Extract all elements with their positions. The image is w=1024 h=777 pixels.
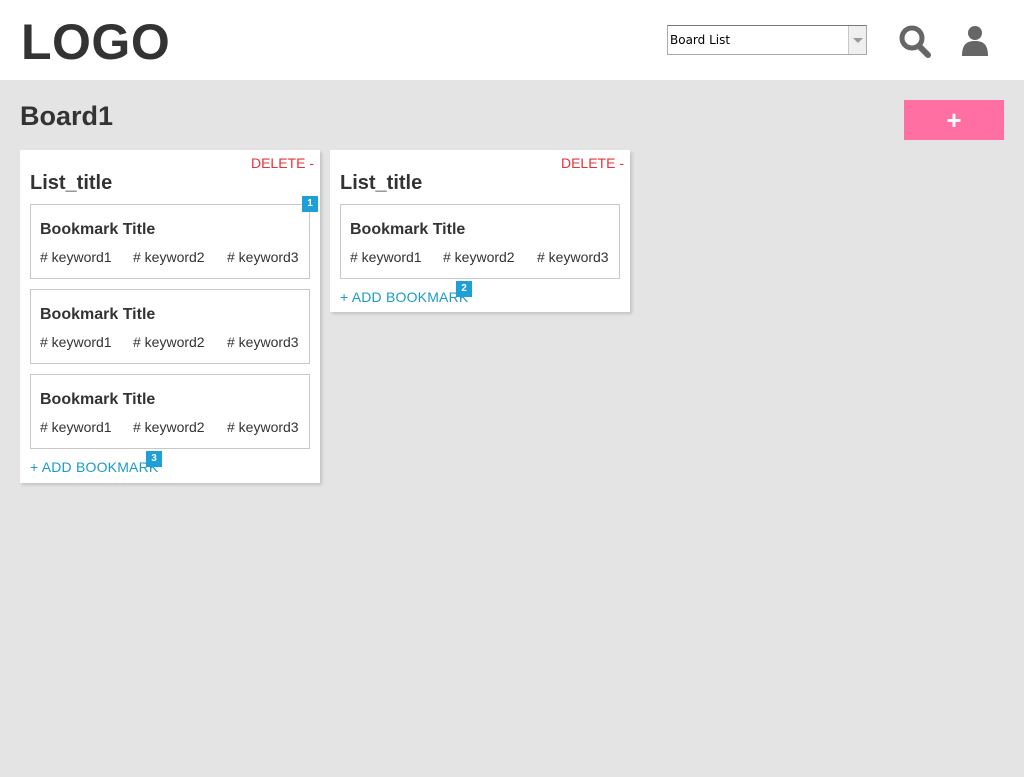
keyword-tag[interactable]: # keyword3: [537, 249, 609, 265]
list-title: List_title: [30, 172, 113, 194]
bookmark-title: Bookmark Title: [40, 306, 156, 323]
delete-list-button[interactable]: DELETE -: [251, 155, 314, 171]
board-title: Board1: [20, 101, 114, 131]
user-icon[interactable]: [957, 22, 993, 58]
bookmark-title: Bookmark Title: [40, 391, 156, 408]
bookmark-card[interactable]: Bookmark Title # keyword1 # keyword2 # k…: [30, 374, 310, 449]
header: LOGO Board List: [0, 0, 1024, 80]
keyword-tag[interactable]: # keyword2: [443, 249, 515, 265]
logo[interactable]: LOGO: [21, 14, 170, 70]
delete-list-button[interactable]: DELETE -: [561, 155, 624, 171]
search-icon[interactable]: [897, 22, 933, 58]
list-card: DELETE - List_title Bookmark Title # key…: [20, 150, 320, 483]
chevron-down-icon[interactable]: [848, 26, 866, 54]
bookmark-title: Bookmark Title: [350, 221, 466, 238]
board-list-select-value: Board List: [670, 33, 731, 47]
bookmark-card[interactable]: Bookmark Title # keyword1 # keyword2 # k…: [340, 204, 620, 279]
keyword-tag[interactable]: # keyword2: [133, 249, 205, 265]
list-title: List_title: [340, 172, 423, 194]
keyword-tag[interactable]: # keyword2: [133, 334, 205, 350]
keyword-tag[interactable]: # keyword1: [350, 249, 422, 265]
keyword-tag[interactable]: # keyword1: [40, 419, 112, 435]
board-list-select[interactable]: Board List: [667, 25, 867, 55]
list-card: DELETE - List_title Bookmark Title # key…: [330, 150, 630, 312]
keyword-tag[interactable]: # keyword1: [40, 249, 112, 265]
add-bookmark-link[interactable]: + ADD BOOKMARK: [340, 289, 468, 305]
keyword-tag[interactable]: # keyword3: [227, 419, 299, 435]
bookmark-title: Bookmark Title: [40, 221, 156, 238]
keyword-tag[interactable]: # keyword3: [227, 334, 299, 350]
bookmark-card[interactable]: Bookmark Title # keyword1 # keyword2 # k…: [30, 204, 310, 279]
bookmark-card[interactable]: Bookmark Title # keyword1 # keyword2 # k…: [30, 289, 310, 364]
add-list-button[interactable]: +: [904, 100, 1004, 140]
annotation-badge: 3: [146, 451, 162, 467]
keyword-tag[interactable]: # keyword2: [133, 419, 205, 435]
keyword-tag[interactable]: # keyword1: [40, 334, 112, 350]
annotation-badge: 2: [456, 281, 472, 297]
add-bookmark-link[interactable]: + ADD BOOKMARK: [30, 459, 158, 475]
keyword-tag[interactable]: # keyword3: [227, 249, 299, 265]
annotation-badge: 1: [302, 196, 318, 212]
